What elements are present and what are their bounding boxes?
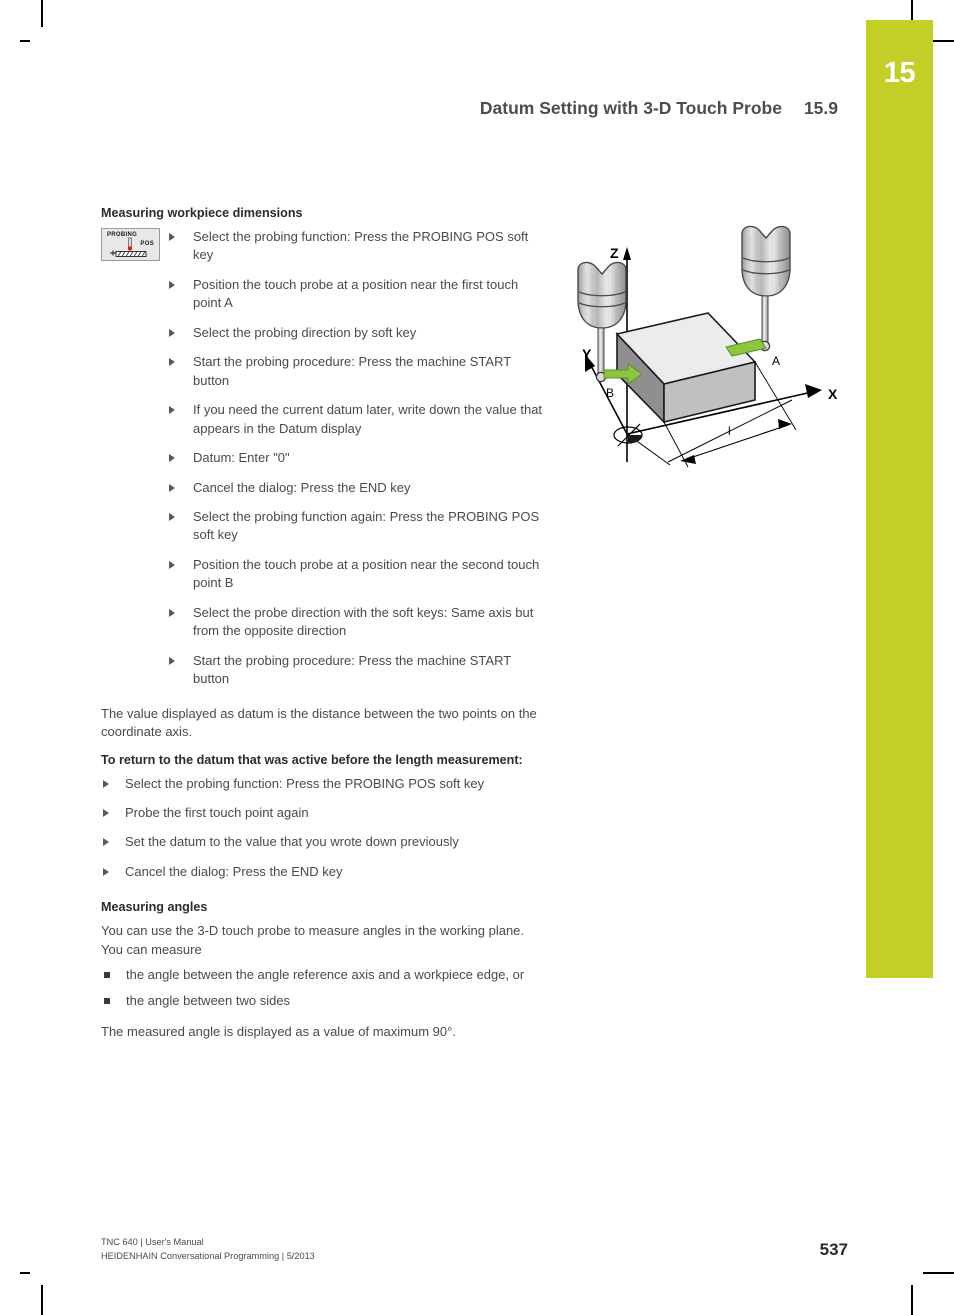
footer-line-1: TNC 640 | User's Manual [101,1237,204,1247]
figure-touch-probe-length-measurement: Z Y X l A B [560,222,860,482]
list-item: Select the probing direction by soft key [169,324,549,342]
triangle-bullet-icon [169,233,175,241]
list-item-label: Select the probing function again: Press… [193,508,540,543]
triangle-bullet-icon [169,512,175,521]
chapter-tab [866,20,933,978]
triangle-bullet-icon [169,406,175,415]
crop-mark-bottom-left-horizontal [20,1272,30,1274]
list-item-label: Select the probe direction with the soft… [193,604,534,639]
triangle-bullet-icon [103,808,109,817]
list-item-label: Select the probing direction by soft key [193,324,417,340]
list-item: Set the datum to the value that you wrot… [101,833,549,851]
running-head-title: Datum Setting with 3-D Touch Probe [479,98,782,118]
crop-mark-bottom-right-vertical [911,1285,913,1315]
list-item-label: Probe the first touch point again [125,804,309,820]
touch-point-label-a: A [772,354,780,368]
list-item: Position the touch probe at a position n… [169,276,549,313]
list-item-label: the angle between two sides [126,992,291,1008]
heading-return-to-datum: To return to the datum that was active b… [101,752,523,767]
manual-page: 15 Datum Setting with 3-D Touch Probe 15.… [0,0,954,1315]
content-column: Measuring workpiece dimensions Select th… [101,205,549,1052]
axis-label-y: Y [582,346,592,362]
touch-probe-workpiece-svg: Z Y X l A B [577,225,838,468]
list-item-label: Cancel the dialog: Press the END key [125,863,343,879]
list-item: Position the touch probe at a position n… [169,556,549,593]
crop-mark-bottom-left-vertical [41,1285,43,1315]
dimension-label-l: l [728,424,731,438]
list-item-label: Position the touch probe at a position n… [193,276,519,311]
square-bullet-icon [104,972,110,979]
running-head: Datum Setting with 3-D Touch Probe 15.9 [0,98,838,119]
footer-imprint: TNC 640 | User's Manual HEIDENHAIN Conve… [101,1236,315,1264]
chapter-number: 15 [883,57,916,89]
list-item-label: Start the probing procedure: Press the m… [193,652,511,687]
paragraph-angles-maximum: The measured angle is displayed as a val… [101,1024,456,1040]
triangle-bullet-icon [169,280,175,289]
list-item: Select the probing function: Press the P… [169,228,549,265]
footer-line-2: HEIDENHAIN Conversational Programming | … [101,1250,315,1261]
triangle-bullet-icon [103,838,109,847]
list-item: Start the probing procedure: Press the m… [169,353,549,390]
list-item: Start the probing procedure: Press the m… [169,652,549,689]
return-to-datum-steps-list: Select the probing function: Press the P… [101,775,549,882]
page-number: 537 [819,1240,848,1259]
triangle-bullet-icon [169,358,175,367]
paragraph-angles-intro: You can use the 3-D touch probe to measu… [101,923,525,957]
list-item-label: Cancel the dialog: Press the END key [193,479,411,495]
list-item: Datum: Enter "0" [169,449,549,467]
list-item: If you need the current datum later, wri… [169,401,549,438]
triangle-bullet-icon [169,454,175,463]
heading-measuring-workpiece-dimensions: Measuring workpiece dimensions [101,206,303,220]
triangle-bullet-icon [169,608,175,617]
angle-measurement-list: the angle between the angle reference ax… [101,966,549,1010]
list-item-label: Start the probing procedure: Press the m… [193,354,511,388]
paragraph-datum-distance: The value displayed as datum is the dist… [101,705,537,740]
list-item-label: Select the probing function: Press the P… [193,229,529,263]
triangle-bullet-icon [169,328,175,337]
list-item: the angle between two sides [101,992,549,1010]
triangle-bullet-icon [169,560,175,569]
list-item: Cancel the dialog: Press the END key [169,479,549,497]
list-item-label: Select the probing function: Press the P… [125,775,485,791]
list-item: Select the probing function: Press the P… [101,775,549,793]
running-head-section-number: 15.9 [803,98,838,118]
list-item: Cancel the dialog: Press the END key [101,863,549,881]
list-item-label: the angle between the angle reference ax… [126,967,525,983]
crop-mark-top-left-vertical [41,0,43,27]
square-bullet-icon [104,997,110,1004]
list-item-label: Position the touch probe at a position n… [193,556,540,591]
list-item-label: Set the datum to the value that you wrot… [125,834,459,850]
axis-label-x: X [828,386,838,402]
list-item: Select the probe direction with the soft… [169,604,549,641]
crop-mark-bottom-right-horizontal [923,1272,954,1274]
triangle-bullet-icon [169,483,175,492]
axis-label-z: Z [610,245,619,261]
probing-steps-list: Select the probing function: Press the P… [169,228,549,689]
list-item: the angle between the angle reference ax… [101,966,549,984]
touch-probe-right [741,225,791,352]
touch-point-label-b: B [606,386,614,400]
triangle-bullet-icon [103,867,109,876]
list-item-label: Datum: Enter "0" [193,450,290,466]
triangle-bullet-icon [103,779,109,788]
list-item: Select the probing function again: Press… [169,508,549,545]
crop-mark-top-left-horizontal [20,40,30,42]
list-item: Probe the first touch point again [101,804,549,822]
list-item-label: If you need the current datum later, wri… [193,402,543,436]
triangle-bullet-icon [169,656,175,665]
heading-measuring-angles: Measuring angles [101,900,208,915]
